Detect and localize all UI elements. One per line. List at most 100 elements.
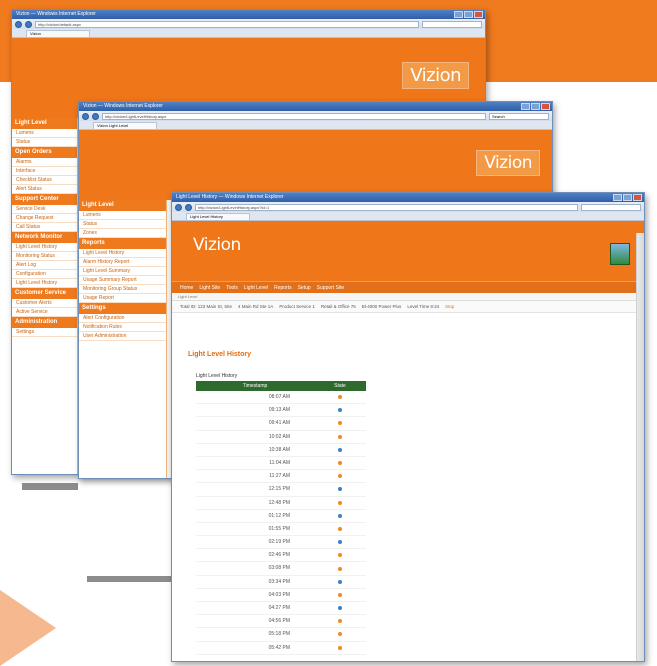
search-input[interactable]: Search [489, 112, 549, 120]
sidebar-link[interactable]: Alarm History Report [79, 258, 166, 267]
browser-tab[interactable]: Light Level History [186, 213, 250, 220]
high-state-icon [338, 566, 342, 571]
sidebar-link[interactable]: Lumens [12, 129, 77, 138]
address-input[interactable]: http://vizion/LightLevelHistory.aspx?id=… [195, 203, 578, 211]
minimize-icon[interactable] [613, 194, 622, 201]
table-row: 12:48 PM [196, 497, 366, 510]
forward-icon[interactable] [92, 112, 99, 120]
sidebar-section: Light Level [12, 118, 77, 129]
sidebar-link[interactable]: Lumens [79, 211, 166, 220]
sidebar-link[interactable]: Notification Rules [79, 323, 166, 332]
address-input[interactable]: http://vizion/default.aspx [35, 20, 419, 28]
high-state-icon [338, 553, 342, 558]
menu-item[interactable]: Reports [274, 285, 292, 291]
breadcrumb: Light Level [172, 293, 644, 301]
search-input[interactable] [422, 20, 482, 28]
minimize-icon[interactable] [521, 103, 530, 110]
back-icon[interactable] [15, 20, 22, 28]
table-row: 08:07 AM [196, 391, 366, 405]
sidebar-link[interactable]: Configuration [12, 270, 77, 279]
state-cell [314, 510, 366, 522]
sidebar-link[interactable]: Alarms [12, 158, 77, 167]
shadow-bar [22, 483, 78, 490]
column-header-timestamp[interactable]: Timestamp [196, 381, 314, 391]
address-input[interactable]: http://vizion/LightLevelHistory.aspx [102, 112, 486, 120]
sidebar-link[interactable]: Interface [12, 167, 77, 176]
state-cell [314, 523, 366, 535]
menu-item[interactable]: Tools [226, 285, 238, 291]
sidebar-link[interactable]: Usage Report [79, 294, 166, 303]
window-titlebar: Light Level History — Windows Internet E… [172, 193, 644, 202]
menu-item[interactable]: Support Site [317, 285, 345, 291]
menu-item[interactable]: Light Level [244, 285, 268, 291]
timestamp-cell: 04:27 PM [268, 605, 290, 611]
sidebar-link[interactable]: Light Level History [79, 249, 166, 258]
high-state-icon [338, 645, 342, 650]
timestamp-cell: 10:02 AM [268, 433, 290, 440]
status-field[interactable]: Stop [445, 304, 454, 309]
state-cell [314, 457, 366, 469]
sidebar-link[interactable]: Light Level Summary [79, 267, 166, 276]
maximize-icon[interactable] [464, 11, 473, 18]
maximize-icon[interactable] [531, 103, 540, 110]
scrollbar[interactable] [636, 233, 644, 661]
sidebar-link[interactable]: Service Desk [12, 205, 77, 214]
state-cell [314, 417, 366, 429]
minimize-icon[interactable] [454, 11, 463, 18]
state-cell [314, 444, 366, 456]
sidebar-link[interactable]: Settings [12, 328, 77, 337]
low-state-icon [338, 487, 342, 492]
high-state-icon [338, 474, 342, 479]
timestamp-cell: 03:34 PM [268, 578, 290, 585]
table-row: 02:19 PM [196, 536, 366, 550]
browser-tab[interactable]: Vizion Light Level [93, 122, 157, 129]
sidebar-link[interactable]: Alert Status [12, 185, 77, 194]
maximize-icon[interactable] [623, 194, 632, 201]
back-icon[interactable] [82, 112, 89, 120]
sidebar-link[interactable]: Active Service [12, 308, 77, 317]
menu-item[interactable]: Home [180, 285, 193, 291]
table-row: 09:41 AM [196, 417, 366, 431]
table-row: 01:55 PM [196, 523, 366, 537]
sidebar-link[interactable]: Status [12, 138, 77, 147]
sidebar-link[interactable]: Status [79, 220, 166, 229]
sidebar-link[interactable]: Zones [79, 229, 166, 238]
sidebar-link[interactable]: Alert Configuration [79, 314, 166, 323]
close-icon[interactable] [541, 103, 550, 110]
state-cell [314, 562, 366, 574]
sidebar-link[interactable]: Light Level History [12, 279, 77, 288]
status-field: Bl-4000 Power Plus [361, 304, 402, 309]
search-input[interactable] [581, 203, 641, 211]
sidebar-link[interactable]: Checklist Status [12, 176, 77, 185]
sidebar-link[interactable]: Customer Alerts [12, 299, 77, 308]
forward-icon[interactable] [25, 20, 32, 28]
sidebar-link[interactable]: Usage Summary Report [79, 276, 166, 285]
back-icon[interactable] [175, 203, 182, 211]
low-state-icon [338, 513, 342, 518]
table-row: 03:08 PM [196, 562, 366, 576]
close-icon[interactable] [633, 194, 642, 201]
sidebar-link[interactable]: Alert Log [12, 261, 77, 270]
sidebar-link[interactable]: Monitoring Status [12, 252, 77, 261]
low-state-icon [338, 606, 342, 611]
forward-icon[interactable] [185, 203, 192, 211]
menu-item[interactable]: Setup [298, 285, 311, 291]
high-state-icon [338, 395, 342, 400]
sidebar-link[interactable]: Light Level History [12, 243, 77, 252]
menu-item[interactable]: Light Site [199, 285, 220, 291]
browser-window-front: Light Level History — Windows Internet E… [171, 192, 645, 662]
timestamp-cell: 08:07 AM [268, 394, 290, 400]
window-title: Vizion — Windows Internet Explorer [16, 11, 96, 17]
timestamp-cell: 05:18 PM [268, 631, 290, 638]
tab-bar: Vizion Light Level [79, 121, 552, 130]
column-header-state[interactable]: State [314, 381, 366, 391]
timestamp-cell: 03:08 PM [268, 565, 290, 572]
state-cell [314, 470, 366, 482]
sidebar-link[interactable]: User Administration [79, 332, 166, 341]
table-row: 02:46 PM [196, 549, 366, 563]
close-icon[interactable] [474, 11, 483, 18]
sidebar-link[interactable]: Monitoring Group Status [79, 285, 166, 294]
browser-tab[interactable]: Vizion [26, 30, 90, 37]
sidebar-link[interactable]: Change Request [12, 214, 77, 223]
sidebar-link[interactable]: Call Status [12, 223, 77, 232]
